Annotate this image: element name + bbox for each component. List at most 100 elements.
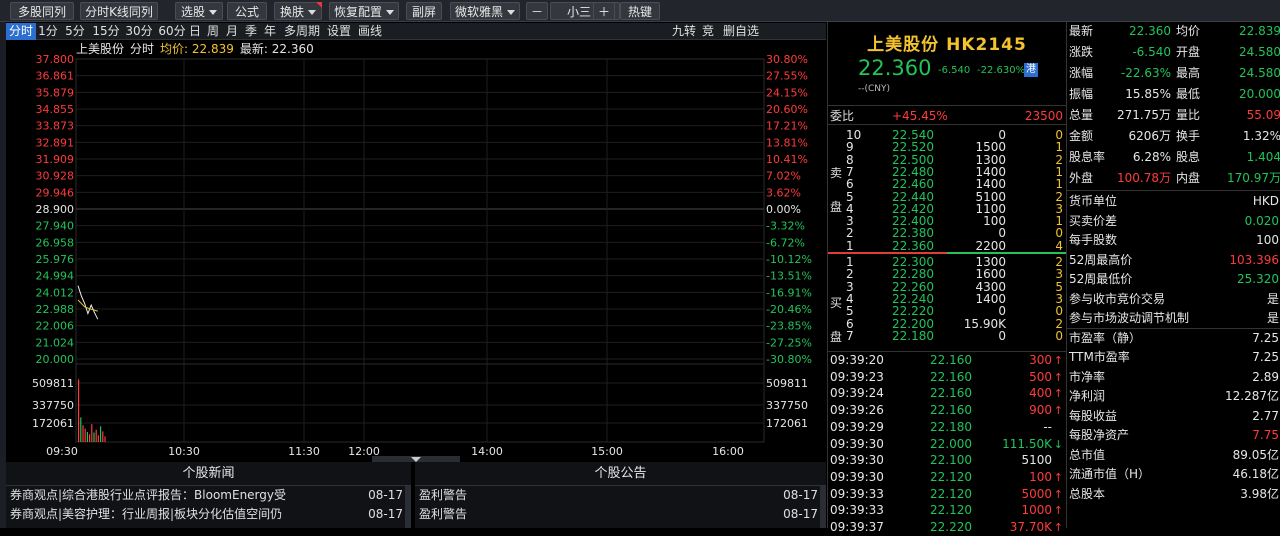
toolbar-button-label: 换肤 bbox=[279, 5, 304, 19]
news-item-text: 券商观点|美容护理：行业周报|板块分化估值空间仍 bbox=[10, 507, 283, 521]
period-tab-13[interactable]: 画线 bbox=[355, 23, 385, 40]
price-tick-label: 24.012 bbox=[36, 286, 75, 299]
stat-value: 15.85% bbox=[1125, 87, 1171, 101]
period-tab-8[interactable]: 月 bbox=[224, 23, 240, 40]
stock-news-panel: 个股新闻 券商观点|综合港股行业点评报告：BloomEnergy受 08-17 券商… bbox=[6, 462, 411, 528]
toolbar-button-4[interactable]: 换肤 bbox=[274, 2, 322, 20]
dropdown-arrow-icon bbox=[209, 10, 217, 15]
tick-volume: 500 bbox=[1029, 369, 1052, 384]
period-tab-5[interactable]: 60分 bbox=[157, 23, 187, 40]
arrow-up-icon: ↑ bbox=[1053, 354, 1063, 367]
ask-row[interactable]: 1 22.360 2200 4 bbox=[828, 239, 1066, 253]
toolbar-button-2[interactable]: 选股 bbox=[175, 2, 223, 20]
arrow-up-icon: ↑ bbox=[1053, 487, 1063, 501]
period-tab-11[interactable]: 多周期 bbox=[281, 23, 323, 40]
stat-cell: 外盘 100.78万 bbox=[1067, 169, 1174, 188]
stat-label: 股息率 bbox=[1069, 150, 1106, 164]
info-row: 参与市场波动调节机制 是 bbox=[1067, 309, 1280, 328]
last-price: 22.360 bbox=[858, 56, 932, 80]
news-item-text: 券商观点|综合港股行业点评报告：BloomEnergy受 bbox=[10, 488, 286, 502]
pct-tick-label: -16.91% bbox=[766, 286, 812, 299]
tick-volume: 5000 bbox=[1021, 486, 1052, 501]
time-axis-label: 09:30 bbox=[46, 445, 78, 458]
toolbar-button-label: ＋ bbox=[597, 5, 610, 19]
info-label: 52周最高价 bbox=[1069, 252, 1133, 267]
volume-bar bbox=[97, 435, 99, 442]
tick-volume: 900 bbox=[1029, 403, 1052, 418]
toolbar-button-11[interactable]: 热键 bbox=[620, 2, 660, 20]
toolbar-button-3[interactable]: 公式 bbox=[227, 2, 267, 20]
period-tab-1[interactable]: 1分 bbox=[37, 23, 59, 40]
tick-list[interactable]: 09:39:20 22.160 300 ↑ 09:39:23 22.160 500 ↑ 09:3… bbox=[828, 351, 1066, 534]
info-value: 2.89 bbox=[1252, 369, 1279, 384]
period-bar: 分时 1分 5分 15分 30分 60分日周月季年多周期 设置 画线 九转竞删自选 bbox=[6, 23, 826, 40]
stat-label: 开盘 bbox=[1176, 45, 1201, 59]
volume-tick-label-right: 172061 bbox=[766, 417, 808, 430]
tick-row: 09:39:29 22.180 -- bbox=[828, 419, 1066, 436]
volume-bar bbox=[86, 431, 88, 442]
time-axis-label: 10:30 bbox=[168, 445, 200, 458]
news-item[interactable]: 券商观点|美容护理：行业周报|板块分化估值空间仍 08-17 bbox=[6, 505, 411, 524]
toolbar-button-10[interactable]: ＋ bbox=[593, 2, 615, 20]
tick-row: 09:39:24 22.160 400 ↑ bbox=[828, 385, 1066, 402]
info-label: 流通市值（H） bbox=[1069, 467, 1151, 481]
period-tab-0[interactable]: 分时 bbox=[6, 23, 36, 40]
period-right-tab-0[interactable]: 九转 bbox=[670, 23, 698, 40]
stat-value: 24.580 bbox=[1239, 66, 1280, 80]
tick-time: 09:39:23 bbox=[830, 369, 884, 384]
price-tick-label: 35.879 bbox=[36, 86, 75, 99]
stat-label: 振幅 bbox=[1069, 87, 1094, 101]
toolbar-button-8[interactable]: － bbox=[526, 2, 548, 20]
toolbar-button-7[interactable]: 微软雅黑 bbox=[450, 2, 520, 20]
announcements-item[interactable]: 盈利警告 08-17 bbox=[415, 486, 826, 505]
stat-cell: 最新 22.360 bbox=[1067, 22, 1174, 41]
toolbar-button-5[interactable]: 恢复配置 bbox=[329, 2, 399, 20]
stat-label: 最高 bbox=[1176, 66, 1201, 80]
period-tab-2[interactable]: 5分 bbox=[62, 23, 88, 40]
quote-panel: 上美股份 HK2145 22.360 -6.540 -22.630% 港 --(… bbox=[827, 22, 1066, 534]
chart-svg[interactable]: 上美股份 分时 均价: 22.839 最新: 22.360 37.800 36.861 35… bbox=[6, 40, 826, 462]
stat-value: 100.78万 bbox=[1117, 171, 1171, 185]
pct-tick-label: -27.25% bbox=[766, 336, 812, 349]
time-axis-label: 14:00 bbox=[471, 445, 503, 458]
stat-cell: 涨跌 -6.540 bbox=[1067, 43, 1174, 62]
toolbar-button-6[interactable]: 副屏 bbox=[406, 2, 442, 20]
arrow-up-icon: ↑ bbox=[1053, 387, 1063, 401]
news-scrollbar[interactable] bbox=[405, 486, 411, 528]
news-item[interactable]: 券商观点|综合港股行业点评报告：BloomEnergy受 08-17 bbox=[6, 486, 411, 505]
volume-bar bbox=[95, 429, 97, 442]
period-tab-10[interactable]: 年 bbox=[262, 23, 278, 40]
price-tick-label: 34.855 bbox=[36, 103, 75, 116]
announcements-scrollbar[interactable] bbox=[820, 486, 826, 528]
stat-cell: 金额 6206万 bbox=[1067, 127, 1174, 146]
period-tab-7[interactable]: 周 bbox=[205, 23, 221, 40]
period-tab-6[interactable]: 日 bbox=[187, 23, 203, 40]
announcements-list: 盈利警告 08-17 盈利警告 08-17 bbox=[415, 486, 826, 524]
time-axis-label: 11:30 bbox=[288, 445, 320, 458]
volume-bar bbox=[100, 426, 102, 442]
info-label: 净利润 bbox=[1069, 389, 1106, 403]
news-item-date: 08-17 bbox=[362, 486, 403, 505]
period-tab-3[interactable]: 15分 bbox=[91, 23, 121, 40]
volume-bar bbox=[78, 379, 80, 442]
info-label: 市盈率（静） bbox=[1069, 330, 1142, 345]
period-tab-12[interactable]: 设置 bbox=[324, 23, 354, 40]
bid-row[interactable]: 7 22.180 0 0 bbox=[828, 329, 1066, 343]
announcements-item[interactable]: 盈利警告 08-17 bbox=[415, 505, 826, 524]
stat-cell: 量比 55.09 bbox=[1174, 106, 1280, 125]
period-right-tab-2[interactable]: 删自选 bbox=[720, 23, 762, 40]
stat-cell: 振幅 15.85% bbox=[1067, 85, 1174, 104]
toolbar-button-label: 副屏 bbox=[411, 5, 436, 19]
period-tab-9[interactable]: 季 bbox=[243, 23, 259, 40]
tick-price: 22.120 bbox=[930, 503, 972, 518]
info-row: 52周最高价 103.396 bbox=[1067, 251, 1280, 270]
period-right-tab-1[interactable]: 竞 bbox=[700, 23, 716, 40]
toolbar-button-0[interactable]: 多股同列 bbox=[10, 2, 74, 20]
toolbar-button-1[interactable]: 分时K线同列 bbox=[80, 2, 158, 20]
price-tick-label: 30.928 bbox=[36, 170, 75, 183]
info-row: 总市值 89.05亿 bbox=[1067, 446, 1280, 465]
intraday-chart[interactable]: 上美股份 分时 均价: 22.839 最新: 22.360 37.800 36.861 35… bbox=[6, 40, 826, 462]
period-tab-4[interactable]: 30分 bbox=[124, 23, 154, 40]
pct-tick-label: 10.41% bbox=[766, 153, 808, 166]
stat-label: 内盘 bbox=[1176, 171, 1201, 185]
